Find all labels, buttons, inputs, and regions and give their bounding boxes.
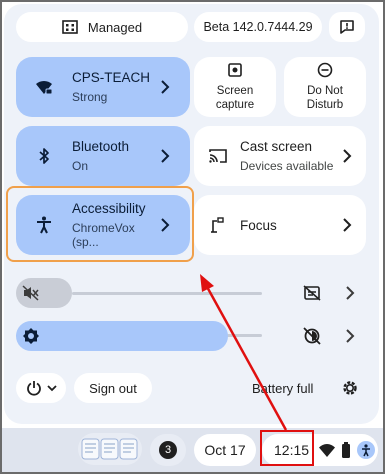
accessibility-status: ChromeVox (sp... [72,221,135,249]
night-light-off-icon [303,327,321,345]
screen-capture-icon [227,62,243,78]
chevron-right-icon [340,149,354,163]
date-tray[interactable]: Oct 17 [194,434,256,466]
sign-out-button[interactable]: Sign out [74,373,152,403]
accessibility-title: Accessibility [72,201,146,216]
chevron-right-icon [158,149,172,163]
audio-settings-button[interactable] [298,279,326,307]
brightness-slider[interactable] [16,321,228,351]
feedback-button[interactable] [329,12,365,42]
display-chevron-button[interactable] [336,322,364,350]
quick-settings-panel: Managed Beta 142.0.7444.29 CPS-TEACH Str… [4,4,379,424]
holding-space-tray[interactable] [78,433,142,465]
shelf: 3 Oct 17 12:15 [2,428,383,472]
bluetooth-icon [34,146,54,166]
building-icon [62,19,78,35]
brightness-icon [22,327,40,345]
chevron-right-icon [345,329,355,343]
chevron-right-icon [345,286,355,300]
bluetooth-status: On [72,159,89,173]
accessibility-icon [34,215,54,235]
notification-count: 3 [159,441,177,459]
date-label: Oct 17 [204,442,246,458]
bluetooth-tile[interactable]: Bluetooth On [16,126,190,186]
do-not-disturb-icon [317,62,333,78]
night-light-button[interactable] [298,322,326,350]
battery-label: Battery full [252,381,314,396]
settings-button[interactable] [336,374,364,402]
focus-icon [208,215,228,235]
managed-button[interactable]: Managed [16,12,188,42]
cast-screen-tile[interactable]: Cast screen Devices available [194,126,366,186]
chevron-right-icon [158,80,172,94]
sign-out-label: Sign out [89,380,137,396]
time-annotation-box [260,430,314,466]
notification-counter[interactable]: 3 [150,434,186,466]
accessibility-tile[interactable]: Accessibility ChromeVox (sp... [16,195,190,255]
no-captions-icon [303,285,321,301]
do-not-disturb-line2: Disturb [306,99,344,111]
focus-title: Focus [240,217,277,233]
battery-icon [341,442,351,458]
wifi-locked-icon [34,77,54,97]
accessibility-status-icon [357,441,376,459]
gear-icon [341,379,359,397]
screen-capture-line2: capture [215,99,255,111]
screen-capture-tile[interactable]: Screen capture [194,57,276,117]
feedback-icon [339,19,355,35]
chevron-down-icon [46,384,57,392]
version-label: Beta 142.0.7444.29 [203,20,313,34]
volume-muted-icon [22,285,40,301]
power-menu-button[interactable] [16,373,66,403]
focus-tile[interactable]: Focus [194,195,366,255]
network-strength: Strong [72,90,108,104]
cast-title: Cast screen [240,139,313,154]
do-not-disturb-tile[interactable]: Do Not Disturb [284,57,366,117]
version-button[interactable]: Beta 142.0.7444.29 [194,12,322,42]
cast-status: Devices available [240,159,334,173]
network-tile[interactable]: CPS-TEACH Strong [16,57,190,117]
audio-chevron-button[interactable] [336,279,364,307]
bluetooth-title: Bluetooth [72,139,130,154]
managed-label: Managed [87,19,143,35]
network-name: CPS-TEACH [72,70,151,85]
wifi-icon [319,443,336,457]
do-not-disturb-line1: Do Not [307,85,343,97]
volume-slider[interactable] [16,278,72,308]
volume-slider-track[interactable] [72,292,262,295]
screen-capture-line1: Screen [216,85,254,97]
chevron-right-icon [340,218,354,232]
power-icon [26,380,42,396]
cast-icon [208,146,228,166]
chevron-right-icon [158,218,172,232]
file-thumbnails-icon [81,436,139,462]
